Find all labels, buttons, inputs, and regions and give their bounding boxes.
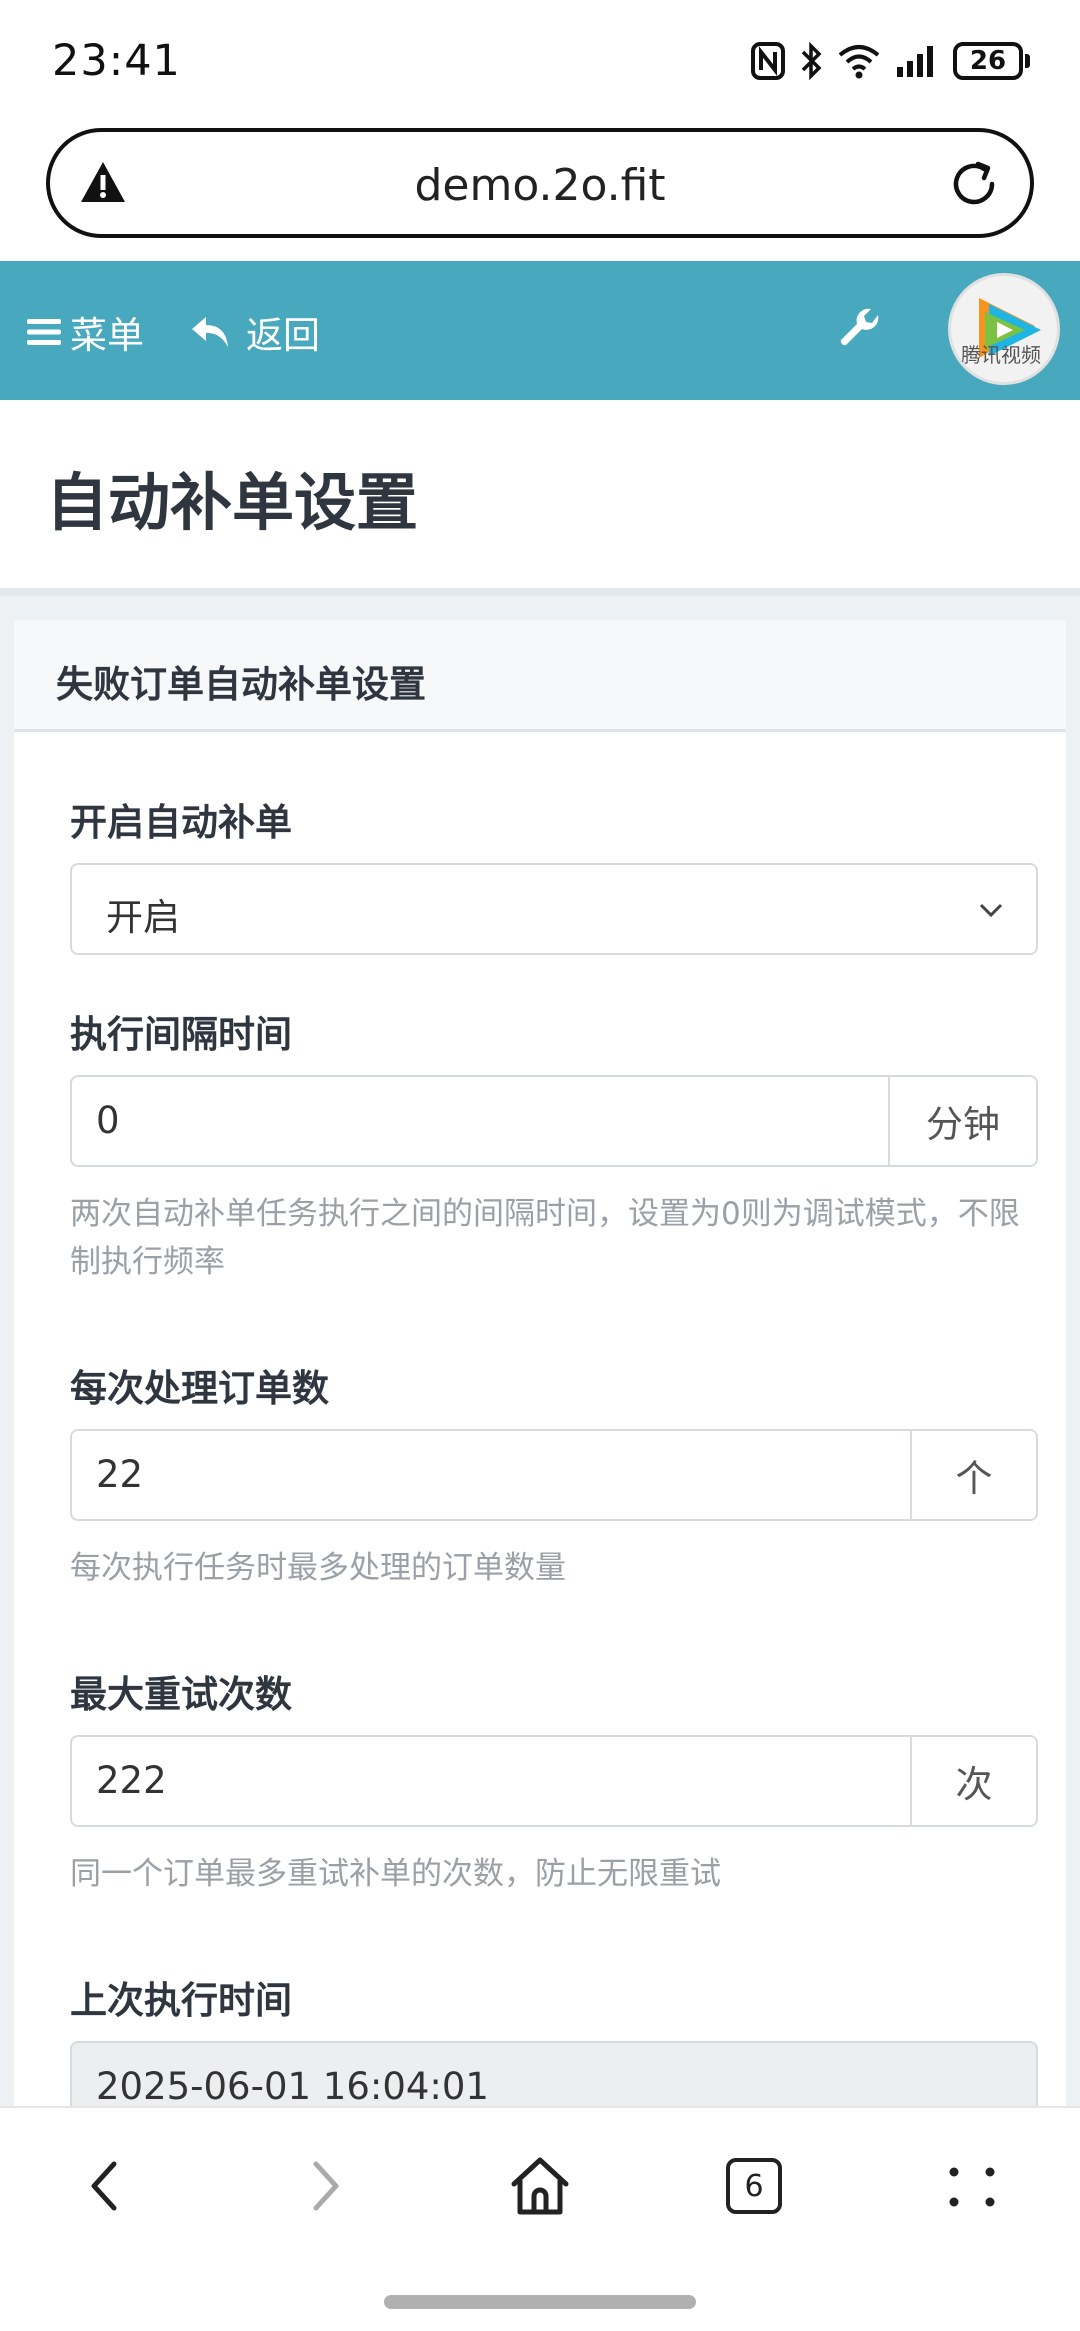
nfc-icon [751,42,785,80]
last-run-label: 上次执行时间 [70,1979,292,2022]
status-time: 23:41 [52,36,181,86]
interval-input-group: 0 分钟 [70,1075,1038,1167]
chevron-down-icon [979,903,1003,918]
top-navbar: 菜单 返回 腾讯视频 [0,261,1080,400]
hamburger-icon [27,319,61,345]
settings-card: 失败订单自动补单设置 开启自动补单 开启 执行间隔时间 0 分钟 两次自动补单任… [14,620,1066,2133]
status-bar: 23:41 26 [0,0,1080,120]
enable-label: 开启自动补单 [70,801,292,844]
address-bar[interactable]: demo.2o.fit [46,128,1034,238]
interval-input[interactable]: 0 [96,1099,120,1142]
bluetooth-icon [801,42,822,80]
back-button[interactable]: 返回 [190,305,320,359]
page-title: 自动补单设置 [46,466,419,539]
reply-arrow-icon [192,317,228,347]
retries-help-text: 同一个订单最多重试补单的次数，防止无限重试 [70,1856,721,1892]
batch-input-group: 22 个 [70,1429,1038,1521]
battery-icon: 26 [953,42,1030,80]
page-title-section: 自动补单设置 [0,400,1080,592]
menu-label: 菜单 [70,314,144,357]
enable-select[interactable]: 开启 [70,863,1038,955]
forward-arrow-icon[interactable] [300,2154,350,2218]
back-label: 返回 [246,314,320,357]
enable-select-value: 开启 [106,896,180,939]
batch-label: 每次处理订单数 [70,1367,329,1410]
reload-icon[interactable] [948,158,1000,210]
video-play-logo-icon [979,298,1041,358]
interval-label: 执行间隔时间 [70,1013,292,1056]
home-icon[interactable] [508,2154,572,2218]
card-header-title: 失败订单自动补单设置 [56,663,426,706]
wifi-icon [838,45,880,79]
card-header: 失败订单自动补单设置 [14,620,1066,732]
signal-icon [897,46,933,77]
more-options-icon[interactable] [944,2154,1000,2218]
back-arrow-icon[interactable] [80,2154,130,2218]
interval-unit-addon: 分钟 [888,1077,1036,1165]
batch-help-text: 每次执行任务时最多处理的订单数量 [70,1550,566,1586]
tabs-count-button[interactable]: 6 [726,2158,782,2214]
screen: 23:41 26 demo.2o.fit 菜单 返回 腾讯视频 自动补单设置 失… [0,0,1080,2331]
retries-input-group: 222 次 [70,1735,1038,1827]
interval-help-text: 两次自动补单任务执行之间的间隔时间，设置为0则为调试模式，不限制执行频率 [70,1196,1020,1280]
retries-label: 最大重试次数 [70,1673,292,1716]
last-run-value: 2025-06-01 16:04:01 [96,2065,489,2108]
retries-input[interactable]: 222 [96,1759,167,1802]
avatar-text: 腾讯视频 [961,343,1041,367]
status-icons: 26 [751,40,1030,82]
battery-level: 26 [953,42,1023,80]
home-indicator[interactable] [384,2295,696,2309]
title-divider [0,588,1080,596]
wrench-icon[interactable] [838,307,882,351]
batch-unit-addon: 个 [910,1431,1036,1519]
batch-input[interactable]: 22 [96,1453,143,1496]
retries-unit-addon: 次 [910,1737,1036,1825]
avatar[interactable]: 腾讯视频 [948,273,1060,385]
menu-button[interactable]: 菜单 [26,305,144,359]
url-text[interactable]: demo.2o.fit [50,160,1030,211]
